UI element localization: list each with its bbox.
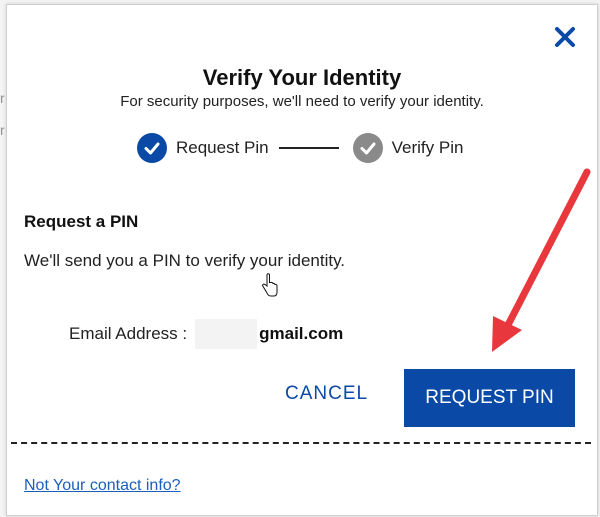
- dialog-subtitle: For security purposes, we'll need to ver…: [120, 93, 484, 110]
- progress-steps: Request Pin Verify Pin: [137, 133, 463, 163]
- close-icon: [555, 27, 575, 47]
- step-connector: [278, 147, 339, 149]
- step-verify-pin-check-icon: [352, 133, 383, 163]
- cancel-button[interactable]: CANCEL: [285, 383, 368, 405]
- step-request-pin-check-icon: [137, 133, 167, 163]
- email-address-label: Email Address :: [69, 324, 188, 343]
- step-verify-pin-label: Verify Pin: [391, 138, 464, 157]
- dialog-title: Verify Your Identity: [202, 65, 402, 90]
- verify-identity-dialog: Verify Your Identity For security purpos…: [6, 4, 598, 516]
- section-title: Request a PIN: [24, 212, 139, 231]
- email-address-domain: gmail.com: [259, 324, 344, 343]
- section-description: We'll send you a PIN to verify your iden…: [24, 251, 346, 270]
- background-page-fragment: r: [0, 90, 5, 106]
- not-your-contact-info-link[interactable]: Not Your contact info?: [24, 477, 181, 495]
- hand-pointer-cursor-icon: [261, 273, 278, 297]
- email-redacted-block: [195, 319, 258, 349]
- background-page-fragment: r: [0, 122, 5, 138]
- close-button[interactable]: [553, 25, 577, 49]
- page: r r f r Verify Your Identity For securit…: [0, 0, 600, 517]
- request-pin-button[interactable]: REQUEST PIN: [404, 369, 575, 427]
- step-request-pin-label: Request Pin: [176, 138, 269, 157]
- email-address-row: Email Address : gmail.com: [69, 319, 343, 349]
- dashed-divider: [11, 442, 591, 444]
